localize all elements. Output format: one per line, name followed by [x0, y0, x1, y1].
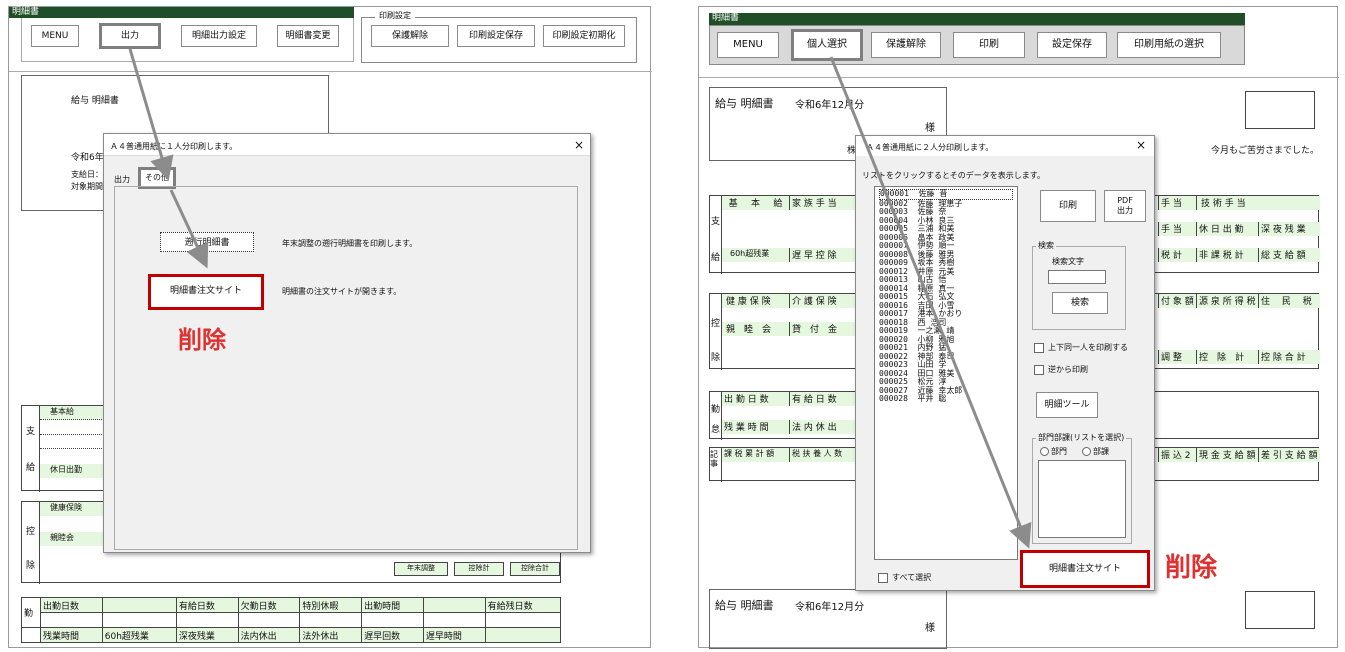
right-screenshot: 明細書 MENU 個人選択 保護解除 印刷 設定保存 印刷用紙の選択 給与 明細…	[698, 6, 1339, 649]
arrow-1	[128, 48, 174, 181]
arrow-3	[829, 56, 1032, 549]
arrow-overlay-right	[829, 56, 1032, 549]
arrow-2	[169, 189, 209, 269]
arrow-overlay	[128, 48, 209, 269]
left-screenshot: 明細書 MENU 出力 明細出力設定 明細書変更 印刷設定 保護解除 印刷設定保…	[8, 6, 652, 648]
